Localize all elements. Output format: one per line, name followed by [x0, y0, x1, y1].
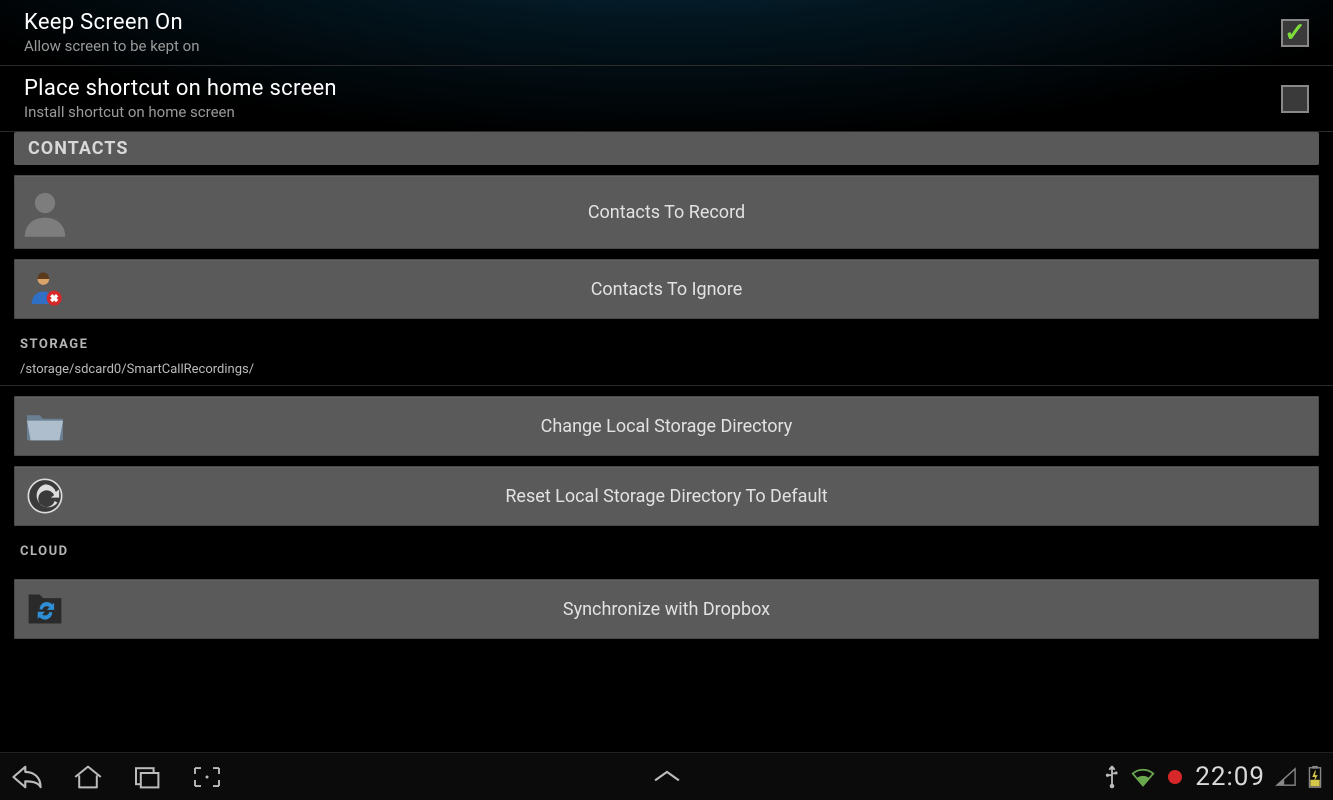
button-label: Change Local Storage Directory — [75, 416, 1318, 437]
screenshot-icon[interactable] — [192, 763, 222, 791]
pref-subtitle: Install shortcut on home screen — [24, 103, 1281, 121]
section-header-label: CONTACTS — [28, 138, 128, 159]
contacts-to-record-button[interactable]: Contacts To Record — [14, 175, 1319, 249]
pref-keep-screen-on[interactable]: Keep Screen On Allow screen to be kept o… — [0, 0, 1333, 66]
change-storage-dir-button[interactable]: Change Local Storage Directory — [14, 396, 1319, 456]
expand-notifications-icon[interactable] — [650, 768, 684, 786]
system-navigation-bar: 22:09 — [0, 752, 1333, 800]
status-clock: 22:09 — [1195, 762, 1265, 792]
pref-title: Keep Screen On — [24, 10, 1281, 35]
section-header-cloud: CLOUD — [0, 526, 1333, 569]
sync-dropbox-button[interactable]: Synchronize with Dropbox — [14, 579, 1319, 639]
storage-path: /storage/sdcard0/SmartCallRecordings/ — [0, 362, 1333, 386]
section-header-contacts: CONTACTS — [14, 132, 1319, 165]
person-blocked-icon — [15, 269, 75, 309]
checkbox-icon[interactable] — [1281, 85, 1309, 113]
folder-icon — [15, 408, 75, 444]
button-label: Reset Local Storage Directory To Default — [75, 486, 1318, 507]
pref-subtitle: Allow screen to be kept on — [24, 37, 1281, 55]
section-header-storage: STORAGE — [0, 319, 1333, 362]
home-icon[interactable] — [72, 763, 104, 791]
recent-apps-icon[interactable] — [132, 763, 164, 791]
checkbox-icon[interactable] — [1281, 19, 1309, 47]
pref-title: Place shortcut on home screen — [24, 76, 1281, 101]
sync-folder-icon — [15, 589, 75, 629]
person-silhouette-icon — [15, 185, 75, 239]
button-label: Contacts To Record — [75, 202, 1318, 223]
button-label: Synchronize with Dropbox — [75, 599, 1318, 620]
usb-icon — [1103, 764, 1121, 790]
refresh-icon — [15, 476, 75, 516]
back-icon[interactable] — [10, 763, 44, 791]
pref-place-shortcut[interactable]: Place shortcut on home screen Install sh… — [0, 66, 1333, 132]
button-label: Contacts To Ignore — [75, 279, 1318, 300]
reset-storage-dir-button[interactable]: Reset Local Storage Directory To Default — [14, 466, 1319, 526]
battery-charging-icon — [1307, 765, 1323, 789]
wifi-icon — [1131, 766, 1155, 788]
signal-icon — [1275, 767, 1297, 787]
contacts-to-ignore-button[interactable]: Contacts To Ignore — [14, 259, 1319, 319]
record-indicator-icon — [1165, 767, 1185, 787]
